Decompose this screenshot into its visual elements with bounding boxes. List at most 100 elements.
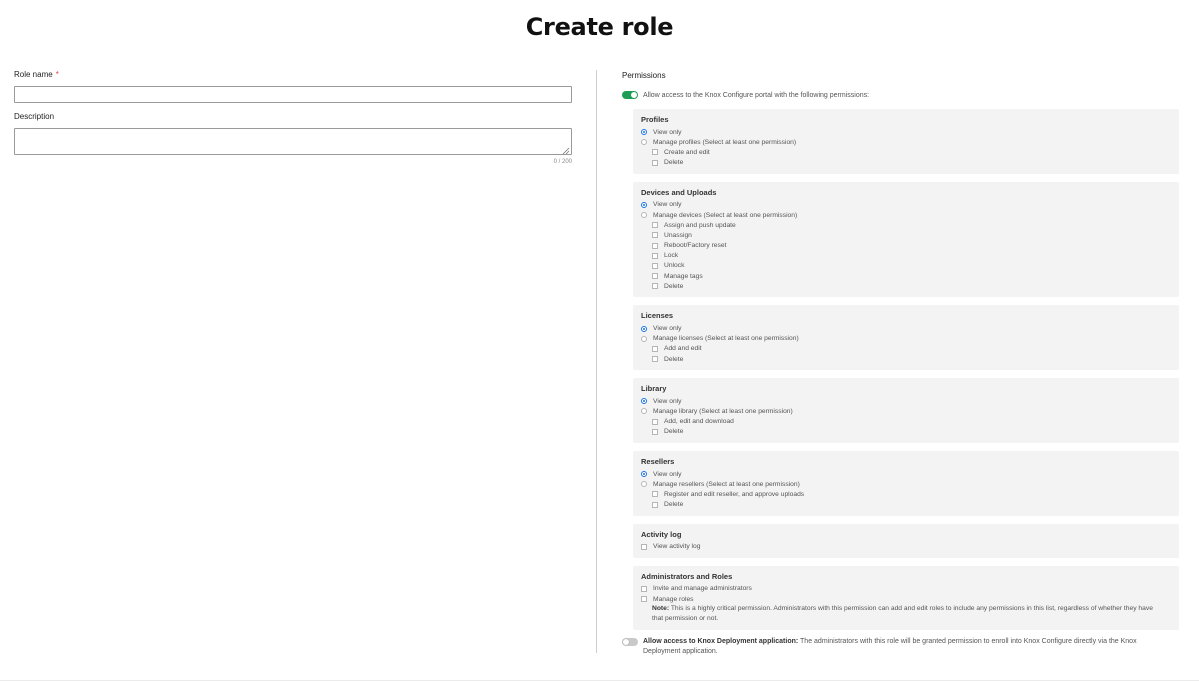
profiles-manage-option[interactable]: Manage profiles (Select at least one per… — [641, 137, 1171, 147]
option-label: Delete — [664, 501, 684, 509]
licenses-add-edit-checkbox[interactable]: Add and edit — [641, 344, 1171, 354]
library-manage-option[interactable]: Manage library (Select at least one perm… — [641, 406, 1171, 416]
portal-access-label: Allow access to the Knox Configure porta… — [643, 91, 870, 99]
radio-icon[interactable] — [641, 335, 647, 342]
option-label: Manage roles — [653, 595, 694, 603]
licenses-delete-checkbox[interactable]: Delete — [641, 354, 1171, 364]
role-name-input[interactable] — [14, 86, 572, 103]
library-delete-checkbox[interactable]: Delete — [641, 427, 1171, 437]
checkbox-icon[interactable] — [641, 585, 647, 592]
checkbox-icon[interactable] — [652, 149, 658, 156]
deployment-access-label: Allow access to Knox Deployment applicat… — [643, 637, 1173, 656]
option-label: Delete — [664, 355, 684, 363]
option-label: Add, edit and download — [664, 418, 734, 426]
devices-unassign-checkbox[interactable]: Unassign — [641, 230, 1171, 240]
admins-roles-section: Administrators and Roles Invite and mana… — [633, 565, 1179, 631]
checkbox-icon[interactable] — [652, 252, 658, 259]
devices-delete-checkbox[interactable]: Delete — [641, 281, 1171, 291]
radio-checked-icon[interactable] — [641, 325, 647, 332]
devices-assign-push-checkbox[interactable]: Assign and push update — [641, 220, 1171, 230]
library-add-edit-download-checkbox[interactable]: Add, edit and download — [641, 417, 1171, 427]
profiles-create-edit-checkbox[interactable]: Create and edit — [641, 147, 1171, 157]
radio-checked-icon[interactable] — [641, 129, 647, 136]
option-label: View activity log — [653, 543, 701, 551]
profiles-delete-checkbox[interactable]: Delete — [641, 158, 1171, 168]
radio-icon[interactable] — [641, 481, 647, 488]
licenses-title: Licenses — [641, 311, 674, 321]
deployment-access-toggle[interactable] — [622, 638, 638, 647]
option-label: Manage profiles (Select at least one per… — [653, 138, 797, 146]
devices-lock-checkbox[interactable]: Lock — [641, 251, 1171, 261]
checkbox-icon[interactable] — [652, 273, 658, 280]
licenses-manage-option[interactable]: Manage licenses (Select at least one per… — [641, 334, 1171, 344]
checkbox-icon[interactable] — [652, 222, 658, 229]
radio-icon[interactable] — [641, 139, 647, 146]
profiles-view-only-option[interactable]: View only — [641, 127, 1171, 137]
devices-view-only-option[interactable]: View only — [641, 200, 1171, 210]
radio-checked-icon[interactable] — [641, 398, 647, 405]
option-label: Manage tags — [664, 272, 703, 280]
devices-title: Devices and Uploads — [641, 187, 717, 197]
toggle-knob — [631, 92, 637, 98]
resize-grip-icon[interactable] — [562, 147, 570, 155]
description-label: Description — [14, 112, 55, 121]
checkbox-icon[interactable] — [652, 501, 658, 508]
resellers-title: Resellers — [641, 456, 675, 466]
option-label: Delete — [664, 159, 684, 167]
checkbox-icon[interactable] — [652, 232, 658, 239]
checkbox-icon[interactable] — [652, 283, 658, 290]
option-label: View only — [653, 470, 682, 478]
required-asterisk: * — [55, 70, 59, 79]
option-label: Unassign — [664, 231, 692, 239]
devices-reboot-reset-checkbox[interactable]: Reboot/Factory reset — [641, 241, 1171, 251]
checkbox-icon[interactable] — [652, 262, 658, 269]
admins-roles-title: Administrators and Roles — [641, 571, 733, 581]
resellers-view-only-option[interactable]: View only — [641, 469, 1171, 479]
checkbox-icon[interactable] — [652, 345, 658, 352]
role-form: Role name * Description 0 / 200 — [14, 70, 572, 165]
library-view-only-option[interactable]: View only — [641, 396, 1171, 406]
profiles-title: Profiles — [641, 115, 669, 124]
role-name-label: Role name * — [14, 70, 572, 80]
licenses-view-only-option[interactable]: View only — [641, 323, 1171, 333]
checkbox-icon[interactable] — [641, 543, 647, 550]
invite-manage-admins-checkbox[interactable]: Invite and manage administrators — [641, 584, 1171, 594]
description-textarea[interactable] — [14, 128, 572, 155]
checkbox-icon[interactable] — [652, 491, 658, 498]
option-label: Manage licenses (Select at least one per… — [653, 335, 799, 343]
option-label: Delete — [664, 428, 684, 436]
activity-log-section: Activity log View activity log — [633, 523, 1179, 558]
option-label: View only — [653, 201, 682, 209]
checkbox-icon[interactable] — [652, 356, 658, 363]
deployment-access-row: Allow access to Knox Deployment applicat… — [622, 637, 1179, 656]
checkbox-icon[interactable] — [652, 159, 658, 166]
page-title: Create role — [525, 13, 674, 41]
library-title: Library — [641, 384, 667, 394]
radio-icon[interactable] — [641, 212, 647, 219]
option-label: Reboot/Factory reset — [664, 242, 727, 250]
resellers-delete-checkbox[interactable]: Delete — [641, 500, 1171, 510]
option-label: View only — [653, 128, 682, 136]
note-label: Note: — [652, 605, 670, 613]
devices-manage-tags-checkbox[interactable]: Manage tags — [641, 271, 1171, 281]
radio-checked-icon[interactable] — [641, 471, 647, 478]
option-label: Create and edit — [664, 148, 710, 156]
radio-checked-icon[interactable] — [641, 201, 647, 208]
devices-manage-option[interactable]: Manage devices (Select at least one perm… — [641, 210, 1171, 220]
checkbox-icon[interactable] — [652, 418, 658, 425]
footer-divider — [0, 680, 1199, 681]
radio-icon[interactable] — [641, 408, 647, 415]
portal-access-toggle[interactable] — [622, 91, 638, 99]
checkbox-icon[interactable] — [652, 242, 658, 249]
note-text: This is a highly critical permission. Ad… — [652, 605, 1153, 623]
checkbox-icon[interactable] — [641, 596, 647, 603]
checkbox-icon[interactable] — [652, 428, 658, 435]
option-label: View only — [653, 325, 682, 333]
devices-unlock-checkbox[interactable]: Unlock — [641, 261, 1171, 271]
resellers-register-edit-checkbox[interactable]: Register and edit reseller, and approve … — [641, 489, 1171, 499]
option-label: Add and edit — [664, 345, 702, 353]
option-label: Assign and push update — [664, 221, 736, 229]
activity-log-view-checkbox[interactable]: View activity log — [641, 542, 1171, 552]
resellers-manage-option[interactable]: Manage resellers (Select at least one pe… — [641, 479, 1171, 489]
manage-roles-checkbox[interactable]: Manage roles — [641, 594, 1171, 604]
